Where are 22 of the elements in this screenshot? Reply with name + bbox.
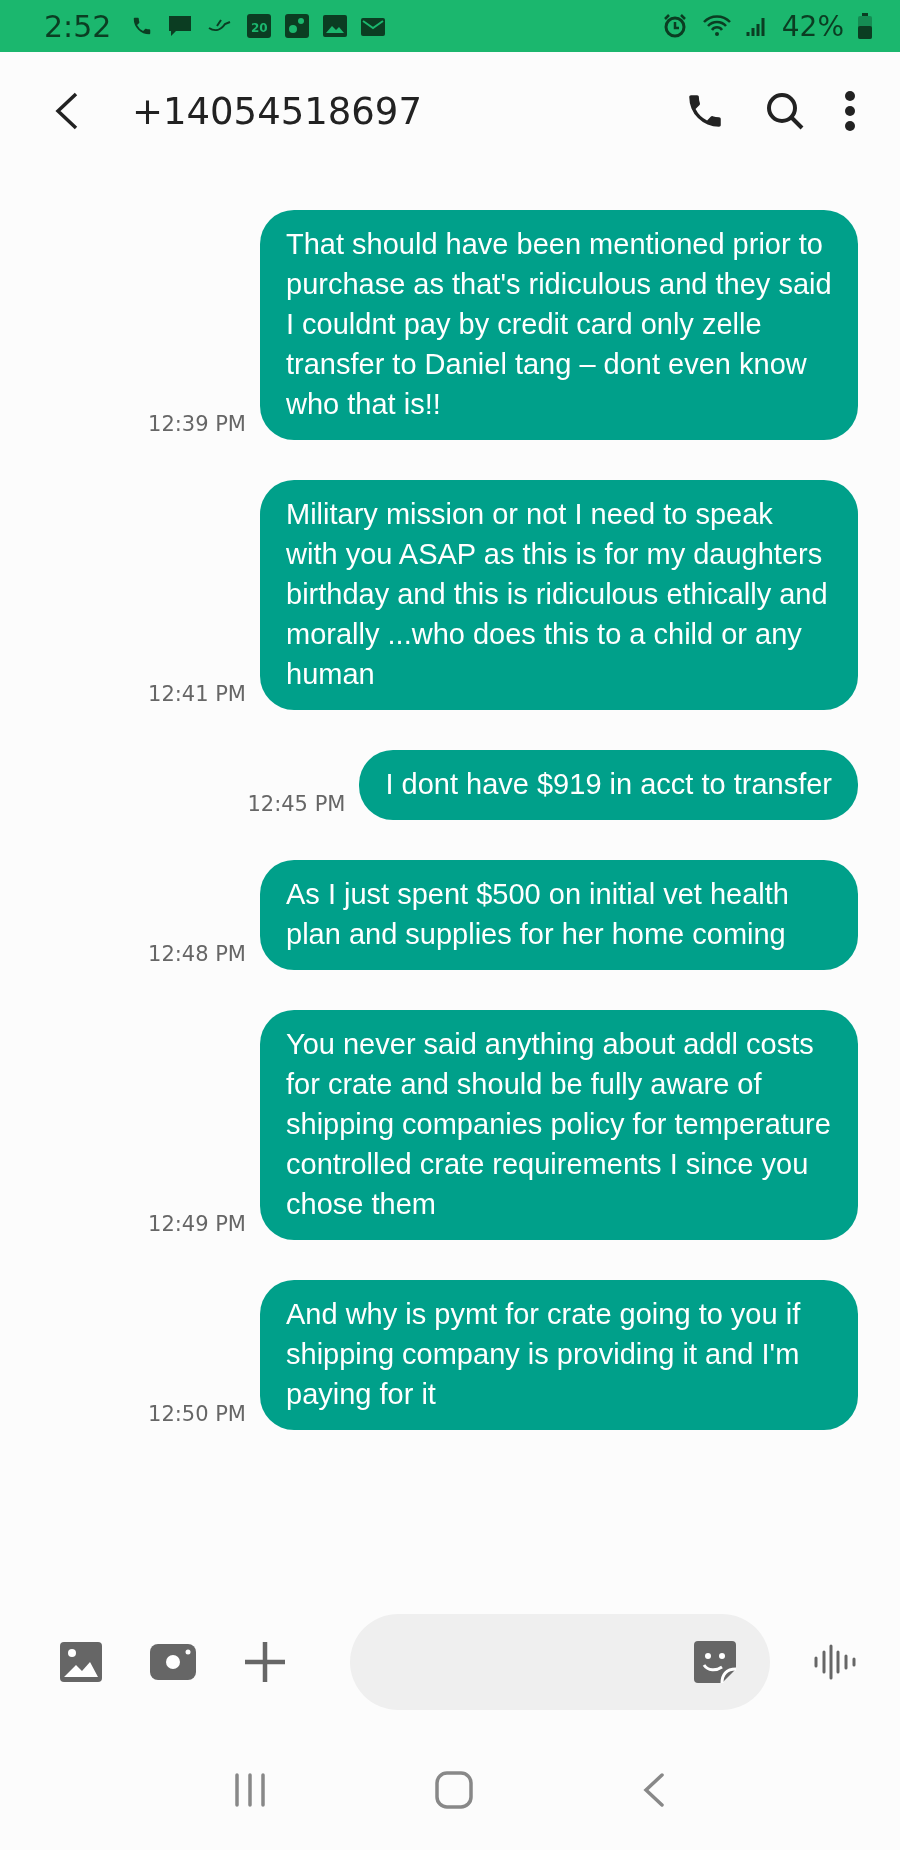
image-icon <box>323 15 348 37</box>
message-time: 12:41 PM <box>148 682 246 706</box>
battery-percent: 42% <box>781 9 844 43</box>
calendar-icon: 20 <box>247 14 272 38</box>
message-bubble: You never said anything about addl costs for crate and should be fully aware of shipping companies policy for temperature controlled crate requirements I since you chose them <box>260 1010 858 1240</box>
sticker-icon[interactable] <box>694 1641 736 1683</box>
apps-icon <box>285 14 310 38</box>
message-bubble: That should have been mentioned prior to purchase as that's ridiculous and they said I couldnt pay by credit card only zelle transfer to Daniel tang – dont even know who that is!! <box>260 210 858 440</box>
contact-title: +14054518697 <box>132 89 423 133</box>
message-bubble: Military mission or not I need to speak with you ASAP as this is for my daughters birthday and this is ridiculous ethically and morally ...who does this to a child or any human <box>260 480 858 710</box>
message-time: 12:48 PM <box>148 942 246 966</box>
status-time: 2:52 <box>44 8 112 44</box>
message-bubble: And why is pymt for crate going to you if shipping company is providing it and I'm paying for it <box>260 1280 858 1430</box>
message-time: 12:49 PM <box>148 1212 246 1236</box>
chat-icon <box>167 14 194 38</box>
message-bubble: As I just spent $500 on initial vet health plan and supplies for her home coming <box>260 860 858 970</box>
message-time: 12:50 PM <box>148 1402 246 1426</box>
wifi-icon <box>701 14 732 38</box>
message-time: 12:45 PM <box>247 792 346 816</box>
battery-icon <box>858 13 872 39</box>
message-time: 12:39 PM <box>148 412 246 436</box>
message-bubble: I dont have $919 in acct to transfer <box>359 750 858 820</box>
